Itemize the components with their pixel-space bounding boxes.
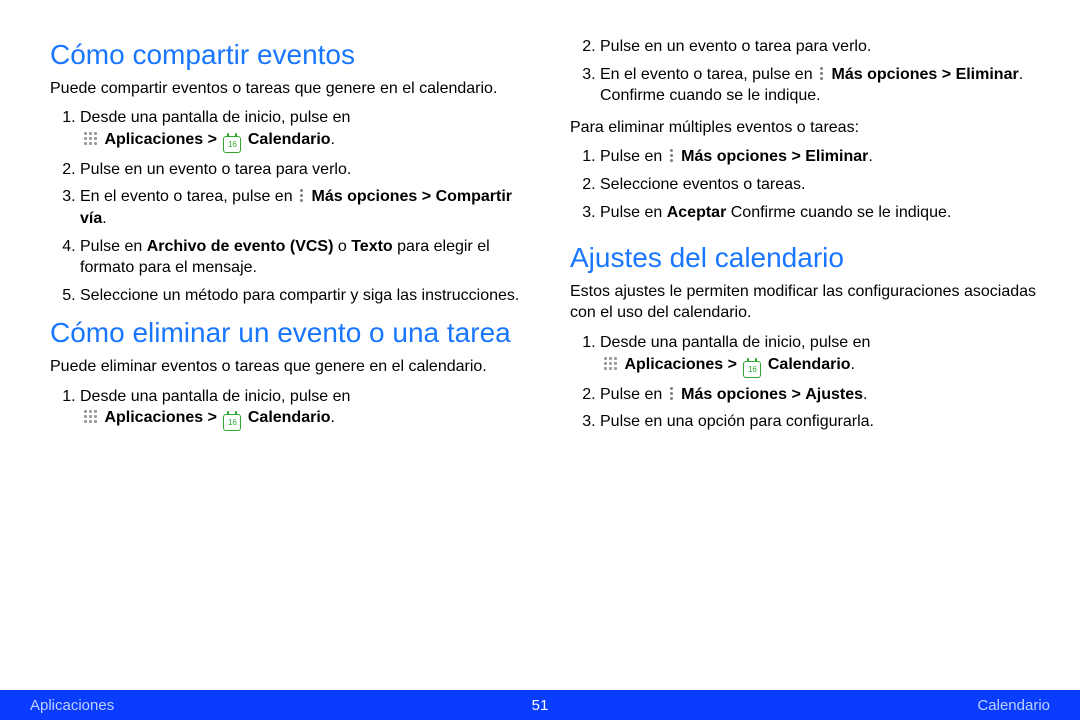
list-item: Desde una pantalla de inicio, pulse en A… bbox=[80, 107, 520, 153]
dot: . bbox=[868, 148, 872, 165]
more-options-icon bbox=[299, 189, 305, 203]
dot: . bbox=[331, 409, 335, 426]
more-options-icon bbox=[819, 67, 825, 81]
calendar-label: Calendario bbox=[248, 409, 331, 426]
list-item: Pulse en Más opciones > Eliminar. bbox=[600, 146, 1040, 168]
apps-label: Aplicaciones bbox=[104, 131, 203, 148]
delete-steps-cont: Pulse en un evento o tarea para verlo. E… bbox=[570, 36, 1040, 107]
gt: > bbox=[208, 409, 217, 426]
more-options-icon bbox=[669, 387, 675, 401]
t: Desde una pantalla de inicio, pulse en bbox=[600, 334, 870, 351]
t: Pulse en bbox=[600, 148, 662, 165]
delete-intro: Puede eliminar eventos o tareas que gene… bbox=[50, 356, 520, 378]
left-column: Cómo compartir eventos Puede compartir e… bbox=[50, 30, 520, 443]
manual-page: Cómo compartir eventos Puede compartir e… bbox=[0, 0, 1080, 720]
content-columns: Cómo compartir eventos Puede compartir e… bbox=[0, 0, 1080, 443]
text-label: Texto bbox=[351, 238, 392, 255]
step-text: Desde una pantalla de inicio, pulse en bbox=[80, 109, 350, 126]
list-item: En el evento o tarea, pulse en Más opcio… bbox=[80, 186, 520, 229]
calendar-label: Calendario bbox=[248, 131, 331, 148]
apps-label: Aplicaciones bbox=[104, 409, 203, 426]
section-share-events: Cómo compartir eventos bbox=[50, 38, 520, 72]
step-text: En el evento o tarea, pulse en bbox=[80, 188, 293, 205]
right-column: Pulse en un evento o tarea para verlo. E… bbox=[570, 30, 1040, 443]
gt: > bbox=[422, 188, 431, 205]
multi-delete-steps: Pulse en Más opciones > Eliminar. Selecc… bbox=[570, 146, 1040, 223]
t: En el evento o tarea, pulse en bbox=[600, 66, 813, 83]
footer-right: Calendario bbox=[977, 697, 1050, 714]
t: o bbox=[333, 238, 351, 255]
apps-grid-icon bbox=[84, 410, 98, 424]
delete-steps: Desde una pantalla de inicio, pulse en A… bbox=[50, 386, 520, 432]
settings-steps: Desde una pantalla de inicio, pulse en A… bbox=[570, 332, 1040, 433]
dot: . bbox=[863, 386, 867, 403]
section-calendar-settings: Ajustes del calendario bbox=[570, 241, 1040, 275]
t: Confirme cuando se le indique. bbox=[726, 204, 951, 221]
more-label: Más opciones bbox=[681, 148, 787, 165]
calendar-icon: 16 bbox=[223, 414, 241, 431]
gt: > bbox=[791, 148, 800, 165]
list-item: Pulse en Más opciones > Ajustes. bbox=[600, 384, 1040, 406]
calendar-label: Calendario bbox=[768, 356, 851, 373]
multi-delete-intro: Para eliminar múltiples eventos o tareas… bbox=[570, 117, 1040, 139]
more-label: Más opciones bbox=[681, 386, 787, 403]
apps-grid-icon bbox=[84, 132, 98, 146]
list-item: Pulse en Aceptar Confirme cuando se le i… bbox=[600, 202, 1040, 224]
more-options-icon bbox=[669, 149, 675, 163]
dot: . bbox=[851, 356, 855, 373]
apps-grid-icon bbox=[604, 357, 618, 371]
share-intro: Puede compartir eventos o tareas que gen… bbox=[50, 78, 520, 100]
dot: . bbox=[331, 131, 335, 148]
more-label: Más opciones bbox=[832, 66, 938, 83]
t: Pulse en bbox=[600, 386, 662, 403]
t: Pulse en bbox=[600, 204, 667, 221]
list-item: Desde una pantalla de inicio, pulse en A… bbox=[600, 332, 1040, 378]
gt: > bbox=[728, 356, 737, 373]
calendar-icon: 16 bbox=[743, 361, 761, 378]
accept-label: Aceptar bbox=[667, 204, 727, 221]
calendar-icon: 16 bbox=[223, 136, 241, 153]
list-item: Desde una pantalla de inicio, pulse en A… bbox=[80, 386, 520, 432]
gt: > bbox=[942, 66, 951, 83]
list-item: Seleccione un método para compartir y si… bbox=[80, 285, 520, 307]
list-item: Pulse en Archivo de evento (VCS) o Texto… bbox=[80, 236, 520, 279]
list-item: Pulse en una opción para configurarla. bbox=[600, 411, 1040, 433]
settings-intro: Estos ajustes le permiten modificar las … bbox=[570, 281, 1040, 324]
page-footer: Aplicaciones 51 Calendario bbox=[0, 690, 1080, 720]
more-label: Más opciones bbox=[312, 188, 418, 205]
section-delete-event: Cómo eliminar un evento o una tarea bbox=[50, 316, 520, 350]
t: Pulse en bbox=[80, 238, 147, 255]
list-item: Seleccione eventos o tareas. bbox=[600, 174, 1040, 196]
page-number: 51 bbox=[532, 697, 549, 714]
list-item: Pulse en un evento o tarea para verlo. bbox=[80, 159, 520, 181]
step-text: Desde una pantalla de inicio, pulse en bbox=[80, 388, 350, 405]
gt: > bbox=[208, 131, 217, 148]
settings-label: Ajustes bbox=[805, 386, 863, 403]
dot: . bbox=[102, 210, 106, 227]
list-item: Pulse en un evento o tarea para verlo. bbox=[600, 36, 1040, 58]
delete-label: Eliminar bbox=[805, 148, 868, 165]
footer-left: Aplicaciones bbox=[30, 697, 114, 714]
apps-label: Aplicaciones bbox=[624, 356, 723, 373]
vcs-label: Archivo de evento (VCS) bbox=[147, 238, 334, 255]
gt: > bbox=[791, 386, 800, 403]
delete-label: Eliminar bbox=[956, 66, 1019, 83]
list-item: En el evento o tarea, pulse en Más opcio… bbox=[600, 64, 1040, 107]
share-steps: Desde una pantalla de inicio, pulse en A… bbox=[50, 107, 520, 306]
